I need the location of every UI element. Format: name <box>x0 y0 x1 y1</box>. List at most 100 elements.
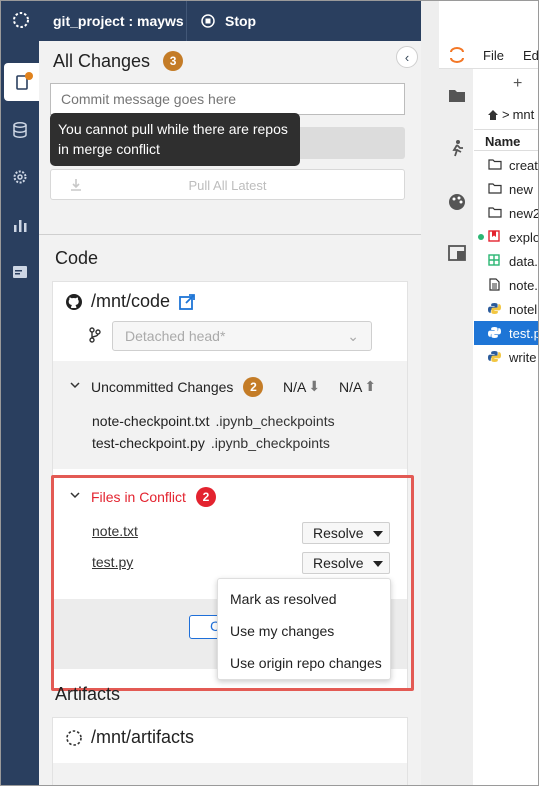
artifacts-repo-header: /mnt/artifacts <box>65 727 194 748</box>
palette-icon[interactable] <box>448 193 466 211</box>
pull-all-button[interactable]: Pull All Latest <box>50 169 405 200</box>
arrow-down-icon: ⬇ <box>308 378 321 394</box>
all-changes-header: All Changes 3 <box>53 51 184 72</box>
folder-icon[interactable] <box>448 87 466 103</box>
name-header-label: Name <box>485 134 521 149</box>
pull-all-label: Pull All Latest <box>188 178 267 193</box>
tabs-icon[interactable] <box>448 245 466 261</box>
domino-repo-icon <box>66 729 82 746</box>
branch-select[interactable]: Detached head* ⌄ <box>112 321 372 351</box>
domino-logo-icon[interactable] <box>11 10 31 30</box>
plus-icon: + <box>513 75 523 92</box>
uncommitted-count-badge: 2 <box>243 377 264 397</box>
folder-icon <box>488 207 502 218</box>
file-row[interactable]: write <box>474 345 538 369</box>
file-row[interactable]: new2 <box>474 201 539 225</box>
bookmark-icon <box>488 230 500 242</box>
rail-charts-button[interactable] <box>1 206 39 244</box>
rail-git-button[interactable] <box>4 63 39 101</box>
collapse-panel-button[interactable]: ‹ <box>396 46 418 68</box>
behind-value: N/A <box>339 378 363 395</box>
commit-message-input[interactable] <box>50 83 405 115</box>
artifacts-section-title: Artifacts <box>55 684 121 704</box>
file-name: test.p <box>509 326 539 341</box>
name-column-header[interactable]: Name <box>474 129 538 151</box>
database-icon <box>13 122 27 138</box>
file-name: notel <box>509 302 538 317</box>
bar-chart-icon <box>14 220 27 232</box>
file-row[interactable]: explo <box>474 225 538 249</box>
arrow-up-icon: ⬆ <box>364 378 377 394</box>
git-panel: All Changes 3 ‹ You cannot pull while th… <box>39 41 421 785</box>
rail-data-button[interactable] <box>1 111 39 149</box>
rail-terminal-button[interactable] <box>1 253 39 291</box>
file-path: .ipynb_checkpoints <box>210 435 330 451</box>
file-name: new <box>509 182 533 197</box>
repo-path: /mnt/code <box>91 291 171 311</box>
splitter[interactable] <box>421 1 439 785</box>
gear-icon <box>13 170 27 184</box>
artifacts-path: /mnt/artifacts <box>91 727 195 747</box>
window: git_project : mayws Stop All Changes 3 ‹… <box>0 0 539 786</box>
uncommitted-label: Uncommitted Changes <box>91 379 234 395</box>
folder-icon <box>488 159 502 170</box>
file-name: note-checkpoint.txt <box>92 413 210 429</box>
project-title[interactable]: git_project : mayws <box>53 13 184 29</box>
section-divider <box>39 234 421 235</box>
github-icon <box>66 293 82 310</box>
file-path: .ipynb_checkpoints <box>215 413 335 429</box>
code-repo-header: /mnt/code <box>65 291 196 312</box>
menu-file[interactable]: File <box>483 48 504 63</box>
stop-button[interactable]: Stop <box>201 11 256 31</box>
file-row[interactable]: creat <box>474 153 538 177</box>
branch-select-value: Detached head* <box>125 328 226 344</box>
running-icon[interactable] <box>448 139 466 157</box>
list-item[interactable]: test-checkpoint.py .ipynb_checkpoints <box>92 435 330 451</box>
file-name: creat <box>509 158 538 173</box>
file-row[interactable]: note. <box>474 273 538 297</box>
python-icon <box>488 303 501 314</box>
stop-label: Stop <box>225 13 257 29</box>
text-file-icon <box>489 278 500 291</box>
pull-disabled-tooltip: You cannot pull while there are repos in… <box>50 113 300 166</box>
breadcrumb: > mnt <box>487 107 534 122</box>
stop-icon <box>201 14 215 28</box>
new-launcher-button[interactable]: + <box>513 75 522 93</box>
file-name: new2 <box>509 206 539 221</box>
rail-settings-button[interactable] <box>1 158 39 196</box>
folder-icon <box>488 183 502 194</box>
python-icon <box>488 327 501 338</box>
file-name: note. <box>509 278 538 293</box>
menu-edit[interactable]: Ed <box>523 48 538 63</box>
code-section-title: Code <box>55 248 99 268</box>
file-name: data. <box>509 254 538 269</box>
changes-count-badge: 3 <box>163 51 184 71</box>
window-icon <box>13 266 27 278</box>
all-changes-title: All Changes <box>53 51 151 71</box>
file-row[interactable]: new <box>474 177 538 201</box>
notification-dot <box>25 72 33 80</box>
ahead-value: N/A <box>283 378 307 395</box>
jupyter-side-tabs <box>439 69 473 785</box>
list-item[interactable]: note-checkpoint.txt .ipynb_checkpoints <box>92 413 335 429</box>
uncommitted-header[interactable]: Uncommitted Changes 2 <box>91 377 264 397</box>
branch-icon <box>89 327 101 343</box>
behind-indicator: N/A ⬆ <box>339 378 376 395</box>
chevron-down-icon[interactable] <box>69 381 81 391</box>
file-name: test-checkpoint.py <box>92 435 205 451</box>
breadcrumb-item[interactable]: mnt <box>513 107 535 122</box>
external-link-icon[interactable] <box>178 293 196 311</box>
file-row-selected[interactable]: test.p <box>474 321 539 345</box>
file-row[interactable]: notel <box>474 297 538 321</box>
python-icon <box>488 351 501 362</box>
home-icon[interactable] <box>487 109 499 121</box>
chevron-left-icon: ‹ <box>404 49 410 65</box>
chevron-down-icon: ⌄ <box>347 328 359 344</box>
file-row[interactable]: data. <box>474 249 538 273</box>
artifacts-changes-row <box>53 763 407 785</box>
ahead-indicator: N/A ⬇ <box>283 378 320 395</box>
table-icon <box>488 254 500 266</box>
left-rail <box>1 41 39 785</box>
divider <box>186 1 187 41</box>
file-name: write <box>509 350 537 365</box>
